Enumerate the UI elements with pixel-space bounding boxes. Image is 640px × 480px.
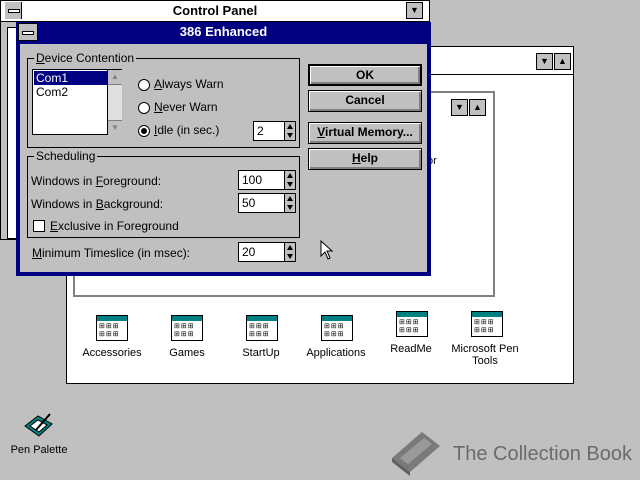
never-warn-label[interactable]: Never Warn: [154, 100, 218, 114]
scheduling-title: Scheduling: [34, 149, 98, 163]
ok-button[interactable]: OK: [308, 64, 422, 86]
always-warn-radio[interactable]: [138, 79, 150, 91]
startup-group-icon[interactable]: ⊞⊞⊞ ⊞⊞⊞: [246, 315, 278, 341]
accessories-group-icon[interactable]: ⊞⊞⊞ ⊞⊞⊞: [96, 315, 128, 341]
program-manager-maximize-button[interactable]: ▲: [554, 53, 571, 70]
timeslice-label: Minimum Timeslice (in msec):: [32, 246, 191, 260]
group-window-maximize-button[interactable]: ▲: [469, 99, 486, 116]
readme-group-icon[interactable]: ⊞⊞⊞ ⊞⊞⊞: [396, 311, 428, 337]
book-logo-icon: [392, 432, 440, 476]
virtual-memory-button[interactable]: Virtual Memory...: [308, 122, 422, 144]
background-spinner[interactable]: 50: [238, 193, 297, 213]
exclusive-label[interactable]: Exclusive in Foreground: [50, 219, 179, 233]
program-manager-minimize-button[interactable]: ▼: [536, 53, 553, 70]
port-item-com2[interactable]: Com2: [34, 85, 108, 99]
idle-value[interactable]: 2: [253, 121, 285, 141]
pen-tools-group-icon[interactable]: ⊞⊞⊞ ⊞⊞⊞: [471, 311, 503, 337]
background-label: Windows in Background:: [31, 197, 164, 211]
foreground-value[interactable]: 100: [238, 170, 285, 190]
never-warn-radio[interactable]: [138, 102, 150, 114]
foreground-spin-arrows-icon[interactable]: [284, 170, 296, 190]
idle-spin-arrows-icon[interactable]: [284, 121, 296, 141]
watermark-text: The Collection Book: [453, 443, 632, 465]
dialog-title: 386 Enhanced: [179, 24, 268, 39]
scheduling-group: Scheduling Windows in Foreground: 100 Wi…: [27, 149, 300, 238]
foreground-label: Windows in Foreground:: [31, 174, 162, 188]
cancel-button[interactable]: Cancel: [308, 90, 422, 112]
always-warn-label[interactable]: Always Warn: [154, 77, 224, 91]
dialog-titlebar[interactable]: 386 Enhanced: [16, 22, 431, 42]
port-listbox[interactable]: Com1 Com2 ▲ ▼: [32, 69, 122, 135]
idle-label[interactable]: Idle (in sec.): [154, 123, 219, 137]
control-panel-title: Control Panel: [172, 3, 258, 18]
idle-radio[interactable]: [138, 125, 150, 137]
mouse-cursor-icon: [320, 240, 334, 260]
control-panel-minimize-button[interactable]: ▼: [406, 2, 423, 19]
device-contention-title: Device Contention: [34, 51, 137, 65]
timeslice-spinner[interactable]: 20: [238, 242, 297, 262]
background-spin-arrows-icon[interactable]: [284, 193, 296, 213]
port-item-com1[interactable]: Com1: [34, 71, 108, 85]
applications-group-icon[interactable]: ⊞⊞⊞ ⊞⊞⊞: [321, 315, 353, 341]
scroll-down-arrow-icon[interactable]: ▼: [108, 120, 122, 135]
pen-tools-label[interactable]: Microsoft Pen Tools: [440, 343, 530, 367]
help-button[interactable]: Help: [308, 148, 422, 170]
control-panel-titlebar[interactable]: Control Panel ▼: [1, 1, 429, 22]
background-value[interactable]: 50: [238, 193, 285, 213]
timeslice-spin-arrows-icon[interactable]: [284, 242, 296, 262]
pen-palette-icon[interactable]: [22, 412, 56, 442]
exclusive-checkbox[interactable]: [33, 220, 45, 232]
dialog-system-menu[interactable]: [18, 23, 38, 41]
dialog-body: Device Contention Com1 Com2 ▲ ▼ Always W…: [20, 44, 427, 272]
scroll-up-arrow-icon[interactable]: ▲: [108, 70, 122, 85]
pen-palette-label[interactable]: Pen Palette: [0, 444, 84, 456]
games-group-icon[interactable]: ⊞⊞⊞ ⊞⊞⊞: [171, 315, 203, 341]
device-contention-group: Device Contention Com1 Com2 ▲ ▼ Always W…: [27, 51, 300, 148]
idle-spinner[interactable]: 2: [253, 121, 297, 141]
port-listbox-scrollbar[interactable]: ▲ ▼: [107, 70, 122, 135]
timeslice-value[interactable]: 20: [238, 242, 285, 262]
group-window-minimize-button[interactable]: ▼: [451, 99, 468, 116]
foreground-spinner[interactable]: 100: [238, 170, 297, 190]
enhanced-386-dialog[interactable]: 386 Enhanced Device Contention Com1 Com2…: [16, 22, 431, 276]
